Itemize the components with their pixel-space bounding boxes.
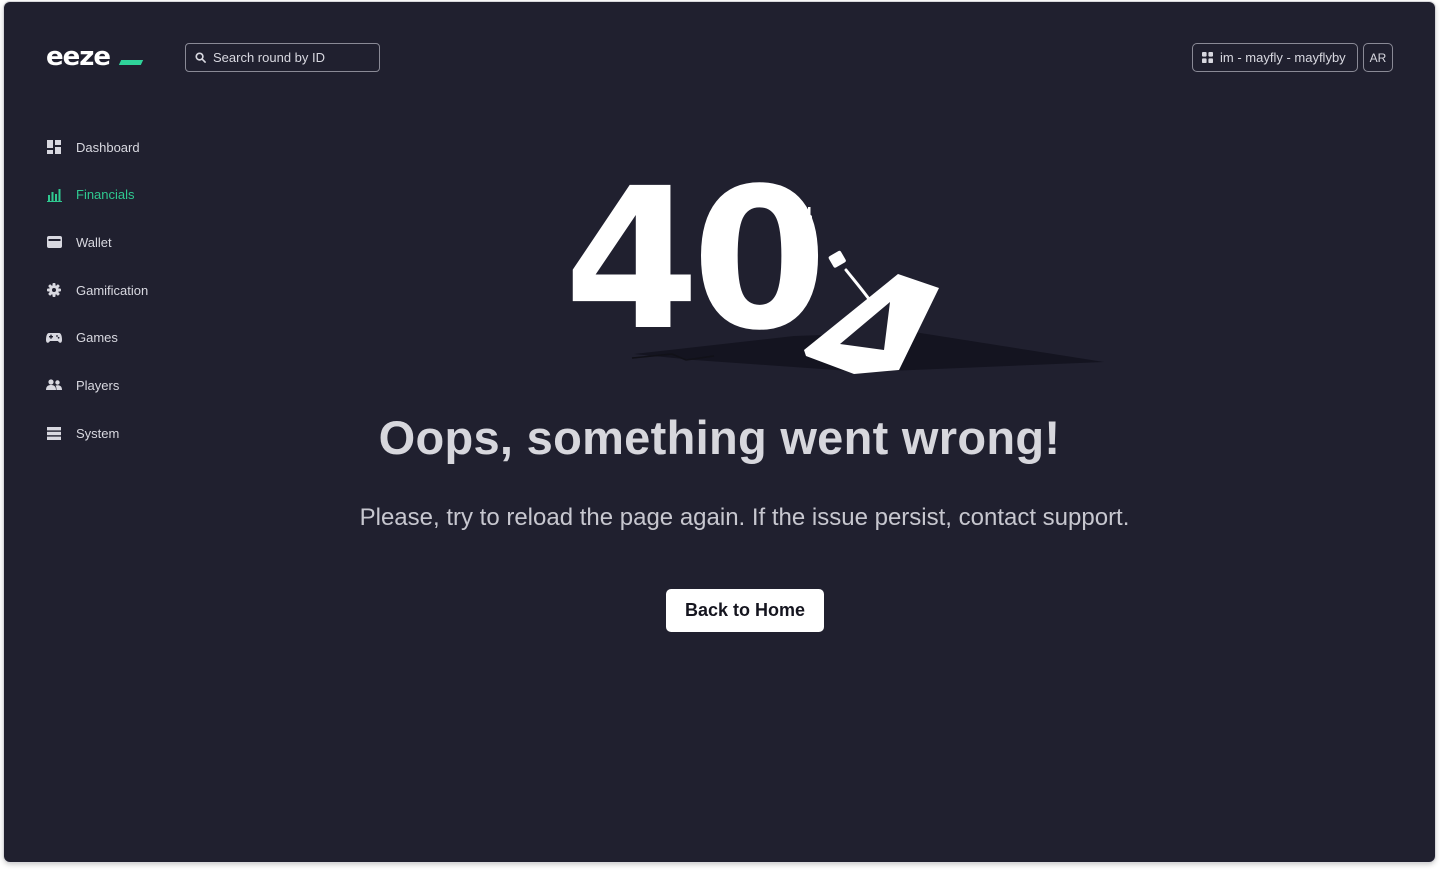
sidebar-item-dashboard[interactable]: Dashboard [46,135,196,159]
bar-chart-icon [46,187,62,203]
sidebar-item-label: Players [76,377,120,393]
sidebar-item-gamification[interactable]: Gamification [46,278,196,302]
search-placeholder: Search round by ID [213,50,326,65]
players-icon [46,377,62,393]
error-title: Oops, something went wrong! [378,411,1061,464]
language-label: AR [1369,50,1387,65]
gamepad-icon [46,330,62,346]
logo-accent [118,60,144,65]
sidebar-item-label: Dashboard [76,139,140,155]
sidebar-item-label: Wallet [76,234,112,250]
search-icon [195,52,206,63]
sidebar-item-label: Games [76,330,118,346]
error-message: Please, try to reload the page again. If… [359,504,1130,531]
language-button[interactable]: AR [1363,43,1393,72]
sidebar-item-players[interactable]: Players [46,373,196,397]
org-selector[interactable]: im - mayfly - mayflyby [1192,43,1358,72]
grid-icon [1202,52,1213,63]
broken-four-icon [782,207,939,374]
sidebar-item-wallet[interactable]: Wallet [46,230,196,254]
org-selector-label: im - mayfly - mayflyby [1220,50,1346,65]
sidebar-item-financials[interactable]: Financials [46,183,196,207]
gear-icon [46,282,62,298]
logo-text: eeze [46,42,111,72]
app-window: eeze Search round by ID im - mayfly - ma… [4,2,1435,862]
sidebar-item-games[interactable]: Games [46,326,196,350]
wallet-icon [46,234,62,250]
error-illustration: 40 [544,162,1124,392]
sidebar-item-label: Financials [76,187,135,203]
logo[interactable]: eeze [46,42,146,72]
sidebar-item-label: Gamification [76,282,149,298]
search-input[interactable]: Search round by ID [185,43,380,72]
dashboard-icon [46,139,62,155]
back-to-home-button[interactable]: Back to Home [666,589,824,632]
